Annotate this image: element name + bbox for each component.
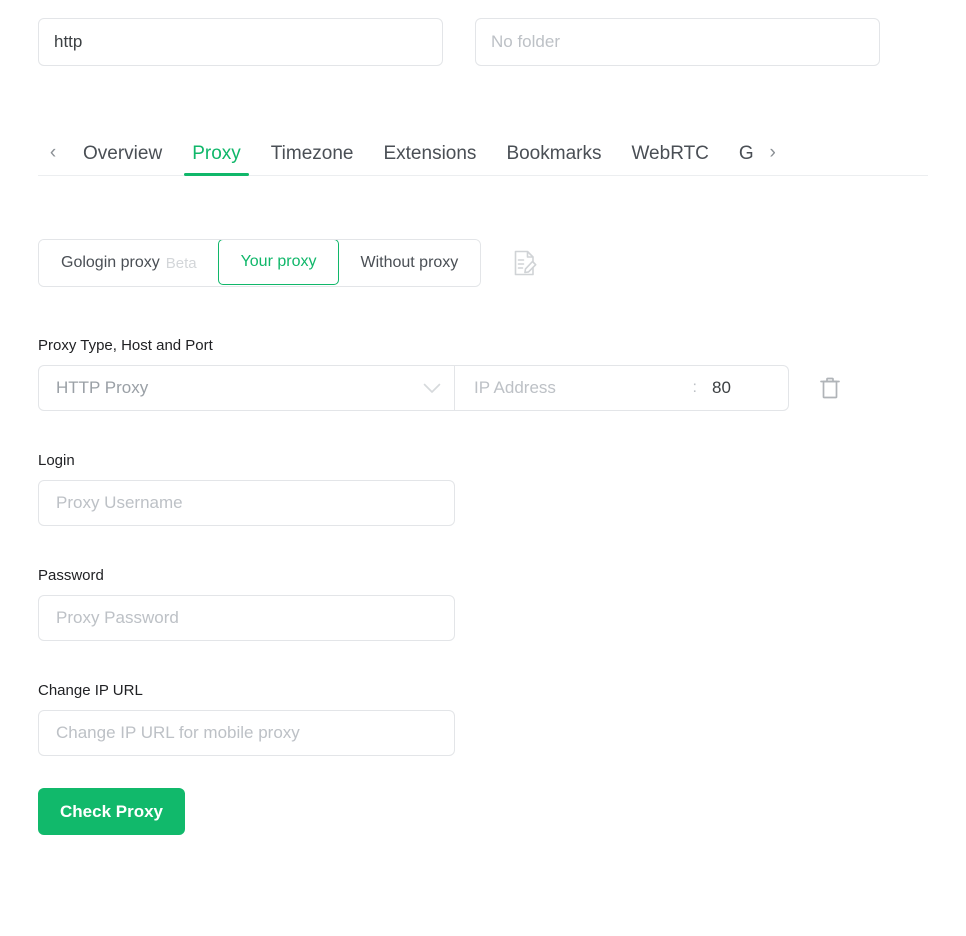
proxy-mode-your-proxy-label: Your proxy [240,253,317,270]
proxy-username-input[interactable] [38,480,455,526]
beta-badge: Beta [165,254,197,272]
tab-extensions[interactable]: Extensions [368,144,491,175]
proxy-type-select[interactable]: HTTP Proxy [38,365,455,411]
proxy-type-label: Proxy Type, Host and Port [38,337,213,354]
tab-webrtc[interactable]: WebRTC [616,144,723,175]
chevron-down-icon [423,383,441,394]
paste-proxy-icon[interactable] [509,246,541,280]
tab-proxy[interactable]: Proxy [177,143,256,176]
proxy-type-selected-value: HTTP Proxy [56,378,149,397]
tab-overview[interactable]: Overview [68,144,177,175]
proxy-type-host-port-row: HTTP Proxy : [38,365,928,411]
host-port-separator: : [692,379,697,396]
settings-tabs-wrapper: ‹ Overview Proxy Timezone Extensions Boo… [0,128,966,176]
proxy-settings-panel: Gologin proxy Beta Your proxy Without pr… [0,239,966,835]
change-ip-url-input[interactable] [38,710,455,756]
check-proxy-button[interactable]: Check Proxy [38,788,185,835]
profile-header-row [0,0,966,66]
tab-timezone[interactable]: Timezone [256,144,369,175]
proxy-port-input[interactable] [710,377,772,399]
tab-geolocation-label: G [738,143,754,164]
tab-bookmarks[interactable]: Bookmarks [491,144,616,175]
tab-proxy-label: Proxy [192,143,241,164]
change-ip-url-label: Change IP URL [38,682,143,699]
tab-extensions-label: Extensions [383,143,477,164]
proxy-mode-segmented-control: Gologin proxy Beta Your proxy Without pr… [38,239,482,287]
tabs-scroll-left-icon[interactable]: ‹ [38,131,68,175]
proxy-mode-gologin-label: Gologin proxy [61,254,160,271]
tab-overview-label: Overview [83,143,163,164]
proxy-host-input[interactable] [472,377,687,399]
login-label: Login [38,452,75,469]
tab-webrtc-label: WebRTC [631,143,709,164]
proxy-mode-gologin[interactable]: Gologin proxy Beta [39,240,219,286]
profile-name-input[interactable] [38,18,443,66]
tabs-scroll-right-icon[interactable]: › [758,131,788,175]
password-label: Password [38,567,104,584]
tab-bookmarks-label: Bookmarks [506,143,602,164]
proxy-type-host-port-group: HTTP Proxy : [38,365,789,411]
delete-proxy-trash-icon[interactable] [815,373,845,403]
proxy-mode-your-proxy[interactable]: Your proxy [217,240,340,285]
proxy-mode-row: Gologin proxy Beta Your proxy Without pr… [38,239,928,287]
tab-geolocation-truncated[interactable]: G [724,144,758,175]
host-port-field: : [455,365,789,411]
proxy-mode-without-proxy[interactable]: Without proxy [338,240,481,286]
tab-timezone-label: Timezone [270,143,354,164]
proxy-password-input[interactable] [38,595,455,641]
settings-tabs: ‹ Overview Proxy Timezone Extensions Boo… [38,128,928,176]
proxy-mode-without-proxy-label: Without proxy [360,254,459,271]
folder-select-input[interactable] [475,18,880,66]
